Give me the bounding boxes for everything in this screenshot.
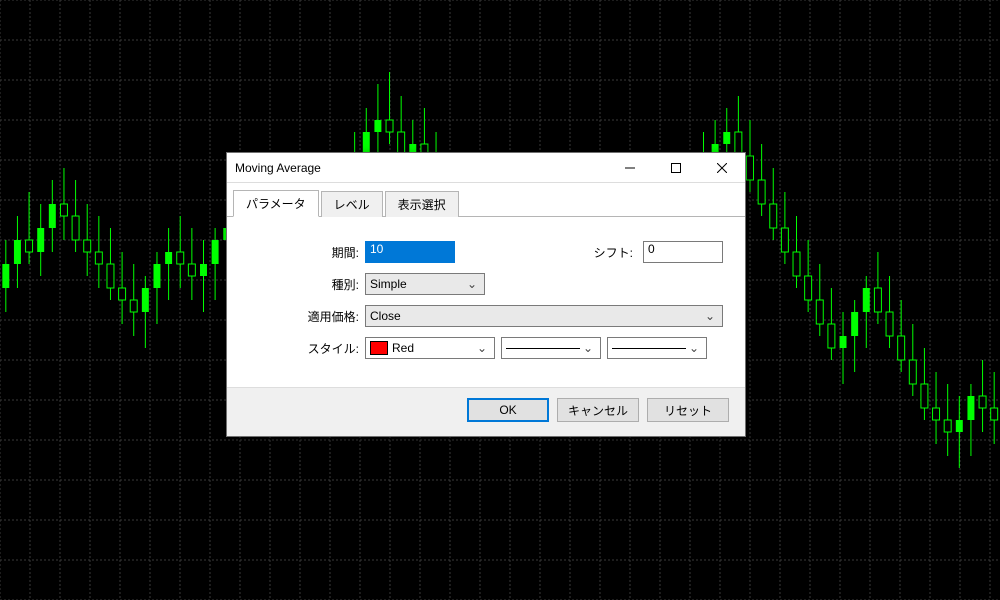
style-linetype-dropdown[interactable]: ⌄ xyxy=(501,337,601,359)
maximize-button[interactable] xyxy=(653,153,699,183)
button-bar: OK キャンセル リセット xyxy=(227,387,745,436)
style-linewidth-dropdown[interactable]: ⌄ xyxy=(607,337,707,359)
shift-input[interactable]: 0 xyxy=(643,241,723,263)
style-color-name: Red xyxy=(392,341,474,355)
chevron-down-icon: ⌄ xyxy=(464,277,480,291)
period-label: 期間: xyxy=(249,244,359,261)
tab-parameters[interactable]: パラメータ xyxy=(233,190,319,217)
ok-button[interactable]: OK xyxy=(467,398,549,422)
chevron-down-icon: ⌄ xyxy=(686,341,702,355)
close-button[interactable] xyxy=(699,153,745,183)
style-color-dropdown[interactable]: Red ⌄ xyxy=(365,337,495,359)
period-input[interactable]: 10 xyxy=(365,241,455,263)
maximize-icon xyxy=(671,163,681,173)
apply-label: 適用価格: xyxy=(249,308,359,325)
method-label: 種別: xyxy=(249,276,359,293)
line-type-sample xyxy=(506,348,580,349)
apply-value: Close xyxy=(370,309,702,323)
tab-strip: パラメータ レベル 表示選択 xyxy=(227,183,745,217)
method-value: Simple xyxy=(370,277,464,291)
reset-button[interactable]: リセット xyxy=(647,398,729,422)
minimize-button[interactable] xyxy=(607,153,653,183)
line-width-sample xyxy=(612,348,686,349)
moving-average-dialog: Moving Average パラメータ レベル 表示選択 期間: 10 シフト… xyxy=(226,152,746,437)
chevron-down-icon: ⌄ xyxy=(702,309,718,323)
color-swatch xyxy=(370,341,388,355)
dialog-titlebar[interactable]: Moving Average xyxy=(227,153,745,183)
chevron-down-icon: ⌄ xyxy=(474,341,490,355)
shift-label: シフト: xyxy=(594,244,637,261)
minimize-icon xyxy=(625,163,635,173)
style-label: スタイル: xyxy=(249,340,359,357)
apply-dropdown[interactable]: Close ⌄ xyxy=(365,305,723,327)
tab-display[interactable]: 表示選択 xyxy=(385,191,459,217)
method-dropdown[interactable]: Simple ⌄ xyxy=(365,273,485,295)
dialog-body: 期間: 10 シフト: 0 種別: Simple ⌄ 適用価格: Close ⌄… xyxy=(227,217,745,387)
close-icon xyxy=(717,163,727,173)
tab-levels[interactable]: レベル xyxy=(321,191,383,217)
chevron-down-icon: ⌄ xyxy=(580,341,596,355)
cancel-button[interactable]: キャンセル xyxy=(557,398,639,422)
dialog-title: Moving Average xyxy=(235,161,607,175)
